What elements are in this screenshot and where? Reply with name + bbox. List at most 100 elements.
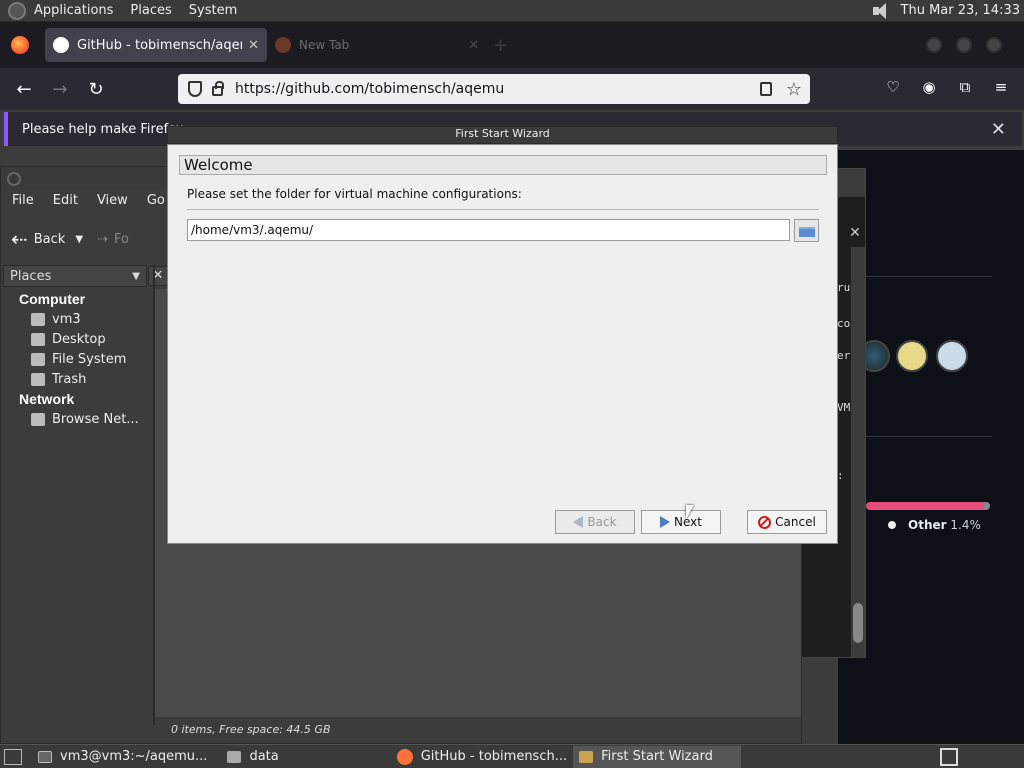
back-button[interactable]: Back — [555, 510, 635, 534]
back-arrow-icon[interactable]: ⇠ — [11, 227, 28, 251]
network-icon — [31, 412, 45, 426]
close-notification-icon[interactable]: ✕ — [991, 119, 1006, 140]
config-folder-field[interactable]: /home/vm3/.aqemu/ — [187, 219, 790, 241]
menu-view[interactable]: View — [97, 193, 128, 215]
notification-text: Please help make Firefox — [22, 121, 184, 137]
forward-arrow-icon[interactable]: → — [42, 79, 78, 100]
account-icon[interactable]: ◉ — [920, 78, 938, 96]
close-tab-icon[interactable]: ✕ — [248, 38, 259, 53]
new-tab-icon[interactable]: + — [493, 35, 508, 56]
language-name: Other — [908, 518, 947, 532]
cancel-button-label: Cancel — [775, 515, 816, 529]
speaker-icon[interactable] — [871, 2, 891, 20]
cancel-button[interactable]: Cancel — [747, 510, 827, 534]
task-label: vm3@vm3:~/aqemu... — [60, 749, 208, 764]
trash-icon — [31, 372, 45, 386]
sidebar-item-trash[interactable]: Trash — [31, 369, 153, 389]
task-wizard[interactable]: First Start Wizard — [573, 745, 742, 768]
close-window-icon[interactable] — [986, 37, 1002, 53]
tab-new[interactable]: New Tab ✕ — [267, 28, 487, 62]
sidebar-item-label: Desktop — [52, 331, 106, 347]
tab-title: GitHub - tobimensch/aqemu — [77, 37, 242, 53]
language-percent: 1.4% — [950, 518, 981, 532]
terminal-text: VM — [837, 401, 851, 414]
task-firefox[interactable]: GitHub - tobimensch... — [391, 746, 573, 768]
sidebar-item-browse-network[interactable]: Browse Net... — [31, 409, 153, 429]
terminal-text: er — [837, 349, 851, 362]
reader-view-icon[interactable] — [759, 82, 772, 96]
chevron-down-icon[interactable]: ▼ — [75, 234, 83, 245]
firefox-tabbar: GitHub - tobimensch/aqemu ✕ New Tab ✕ + — [0, 22, 1024, 68]
system-logo-icon[interactable] — [8, 1, 26, 20]
firefox-navbar: ← → ↻ https://github.com/tobimensch/aqem… — [0, 68, 1024, 110]
menu-applications[interactable]: Applications — [34, 3, 113, 18]
firefox-icon — [275, 37, 291, 53]
contributor-avatar[interactable] — [896, 340, 928, 372]
workspace-switcher-icon[interactable] — [940, 747, 958, 766]
contributor-avatar[interactable] — [936, 340, 968, 372]
close-sidebar-icon[interactable]: ✕ — [148, 266, 168, 286]
menu-places[interactable]: Places — [130, 3, 171, 18]
window-menu-icon[interactable] — [7, 172, 21, 186]
wizard-titlebar[interactable]: First Start Wizard — [167, 126, 838, 144]
wizard-icon — [579, 750, 594, 763]
sidebar-item-filesystem[interactable]: File System — [31, 349, 153, 369]
window-controls — [912, 37, 1002, 53]
status-bar: 0 items, Free space: 44.5 GB — [155, 717, 801, 743]
shield-icon[interactable] — [188, 81, 202, 97]
terminal-scrollbar[interactable] — [851, 247, 865, 657]
back-button[interactable]: Back — [34, 232, 66, 247]
browse-folder-button[interactable] — [794, 219, 819, 242]
back-arrow-icon[interactable]: ← — [6, 79, 42, 100]
sidebar-selector[interactable]: Places ▼ ✕ — [3, 265, 168, 287]
folder-icon — [227, 750, 242, 763]
next-button[interactable]: Next — [641, 510, 721, 534]
back-arrow-icon — [573, 516, 584, 528]
menu-go[interactable]: Go — [147, 193, 165, 215]
fm-menubar: File Edit View Go — [1, 193, 173, 215]
places-sidebar: Computer vm3 Desktop File System Trash N… — [1, 289, 153, 719]
sidebar-item-desktop[interactable]: Desktop — [31, 329, 153, 349]
close-tab-icon[interactable]: ✕ — [468, 38, 479, 53]
tab-github[interactable]: GitHub - tobimensch/aqemu ✕ — [45, 28, 267, 62]
close-icon[interactable]: ✕ — [847, 225, 863, 241]
hamburger-menu-icon[interactable]: ≡ — [992, 78, 1010, 96]
firefox-view-icon[interactable] — [11, 36, 29, 54]
language-dot — [888, 521, 896, 529]
reload-icon[interactable]: ↻ — [78, 79, 114, 100]
sidebar-item-label: vm3 — [52, 311, 81, 327]
clock[interactable]: Thu Mar 23, 14:33 — [901, 3, 1020, 18]
extensions-icon[interactable]: ⧉ — [956, 78, 974, 96]
sidebar-selector-label: Places — [10, 268, 52, 284]
folder-icon — [799, 227, 815, 237]
menu-file[interactable]: File — [12, 193, 34, 215]
url-text[interactable]: https://github.com/tobimensch/aqemu — [235, 81, 760, 97]
terminal-text: ru — [837, 281, 851, 294]
forward-button[interactable]: Fo — [114, 232, 129, 247]
forward-arrow-icon[interactable]: ⇢ — [97, 232, 108, 247]
lock-icon[interactable] — [212, 81, 224, 96]
sidebar-item-label: File System — [52, 351, 127, 367]
menu-edit[interactable]: Edit — [53, 193, 78, 215]
bookmark-star-icon[interactable]: ☆ — [786, 79, 802, 100]
sidebar-item-vm3[interactable]: vm3 — [31, 309, 153, 329]
menu-system[interactable]: System — [189, 3, 237, 18]
home-folder-icon — [31, 312, 45, 326]
firefox-icon — [396, 748, 413, 765]
cancel-icon — [758, 515, 772, 529]
terminal-text: co — [837, 317, 851, 330]
task-data-folder[interactable]: data — [221, 746, 284, 768]
divider — [187, 209, 819, 210]
next-arrow-icon — [660, 516, 671, 528]
minimize-icon[interactable] — [926, 37, 942, 53]
url-bar[interactable]: https://github.com/tobimensch/aqemu ☆ — [178, 74, 810, 104]
chevron-down-icon[interactable]: ▼ — [132, 271, 140, 282]
scroll-thumb[interactable] — [853, 603, 863, 643]
maximize-icon[interactable] — [956, 37, 972, 53]
show-desktop-icon[interactable] — [4, 748, 22, 765]
drive-icon — [31, 352, 45, 366]
github-icon — [53, 37, 69, 53]
mouse-cursor — [686, 505, 694, 519]
task-terminal[interactable]: vm3@vm3:~/aqemu... — [32, 746, 213, 768]
pocket-icon[interactable]: ♡ — [884, 78, 902, 96]
